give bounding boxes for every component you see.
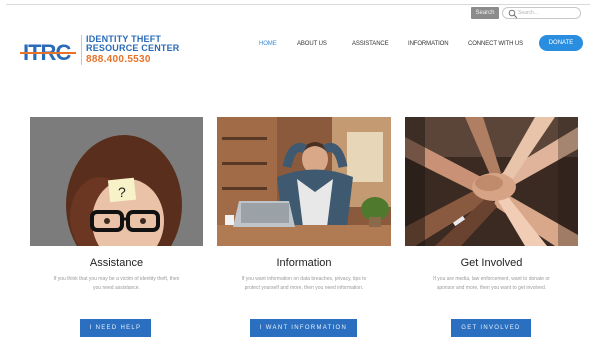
get-involved-description: If you are media, law enforcement, want … xyxy=(399,275,584,293)
nav-item-assistance[interactable]: ASSISTANCE xyxy=(352,41,389,47)
logo-phone[interactable]: 888.400.5530 xyxy=(86,53,180,66)
get-involved-button[interactable]: GET INVOLVED xyxy=(451,319,531,337)
search-field[interactable] xyxy=(502,7,581,19)
assistance-title: Assistance xyxy=(89,257,144,269)
assistance-description-line1: If you think that you may be a victim of… xyxy=(53,276,180,282)
main-nav: HOME ABOUT US ASSISTANCE INFORMATION CON… xyxy=(0,41,596,51)
search-input[interactable] xyxy=(518,9,576,17)
logo-accent-bar xyxy=(20,52,76,54)
assistance-description: If you think that you may be a victim of… xyxy=(24,275,209,293)
nav-item-home[interactable]: HOME xyxy=(259,41,277,47)
information-description-line2: protect yourself and more, then you need… xyxy=(244,285,364,291)
assistance-photo: ? xyxy=(30,117,203,246)
get-involved-title: Get Involved xyxy=(460,257,523,269)
donate-button[interactable]: DONATE xyxy=(539,35,583,51)
information-title: Information xyxy=(276,257,332,269)
assistance-description-line2: you need assistance. xyxy=(93,285,140,291)
search-icon xyxy=(508,9,518,19)
sticky-note-question: ? xyxy=(118,184,126,200)
nav-item-information[interactable]: INFORMATION xyxy=(408,41,449,47)
information-description-line1: If you want information on data breaches… xyxy=(241,276,367,282)
i-want-information-button[interactable]: I WANT INFORMATION xyxy=(250,319,357,337)
information-photo xyxy=(217,117,391,246)
get-involved-image xyxy=(405,117,578,246)
get-involved-description-line2: sponsor and more, then you want to get i… xyxy=(436,285,547,291)
search-button[interactable]: Search xyxy=(471,7,499,19)
i-need-help-button[interactable]: I NEED HELP xyxy=(80,319,151,337)
information-description: If you want information on data breaches… xyxy=(211,275,397,293)
nav-item-about-us[interactable]: ABOUT US xyxy=(297,41,327,47)
get-involved-photo xyxy=(405,117,578,246)
nav-item-connect-with-us[interactable]: CONNECT WITH US xyxy=(468,41,523,47)
get-involved-description-line1: If you are media, law enforcement, want … xyxy=(433,276,550,282)
information-image xyxy=(217,117,391,246)
assistance-image: ? xyxy=(30,117,203,246)
top-divider xyxy=(6,4,590,5)
